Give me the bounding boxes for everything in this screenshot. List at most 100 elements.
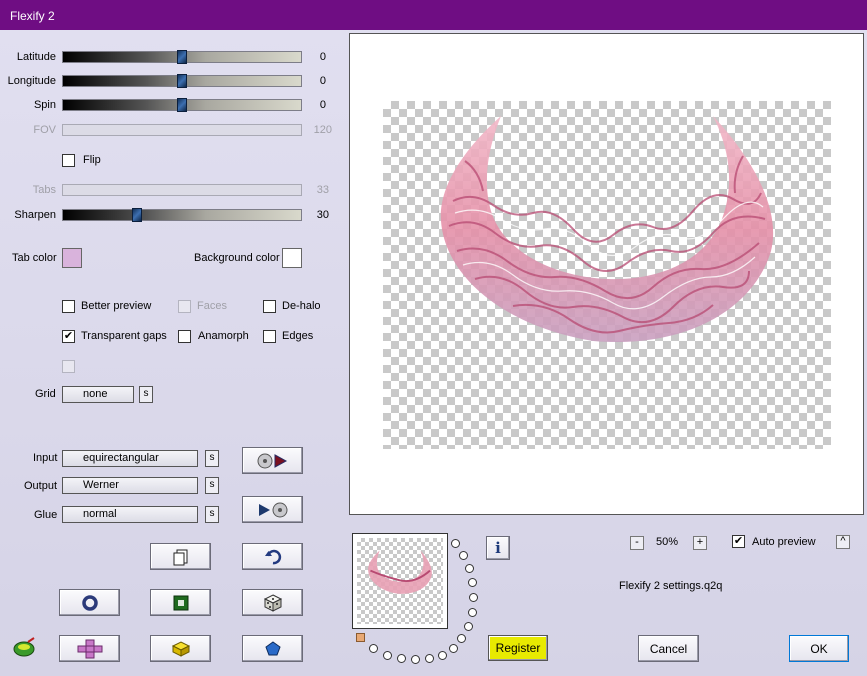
collapse-button[interactable]: ^ [836,535,850,549]
flip-checkbox[interactable] [62,154,75,167]
input-label: Input [33,452,58,464]
yellow-block-button[interactable] [150,635,211,662]
spin-label: Spin [33,99,56,111]
zoom-out-button[interactable]: - [630,536,644,550]
latitude-label: Latitude [16,51,56,63]
navigator-dot[interactable] [459,551,468,560]
ok-button[interactable]: OK [789,635,849,662]
fov-value: 120 [313,124,332,136]
auto-preview-checkbox[interactable]: ✔ [732,535,745,548]
longitude-slider[interactable] [62,74,302,88]
latitude-slider-thumb[interactable] [177,50,187,64]
tab-color-label: Tab color [12,252,57,264]
fov-label: FOV [33,124,56,136]
grid-s-button[interactable]: s [139,386,153,403]
grid-dropdown[interactable]: none [62,386,134,403]
faces-label: Faces [197,300,227,312]
navigator-dot[interactable] [369,644,378,653]
spin-value: 0 [319,99,326,111]
thumbnail-navigator[interactable] [352,533,448,629]
play-to-disc-icon [258,502,287,517]
navigator-dot[interactable] [411,655,420,664]
plus-grid-icon [77,639,102,658]
navigator-dot[interactable] [383,651,392,660]
preview-image [440,116,774,343]
navigator-dot[interactable] [425,654,434,663]
cancel-button[interactable]: Cancel [638,635,699,662]
navigator-dot[interactable] [464,622,473,631]
dice-icon [263,593,282,612]
title-bar: Flexify 2 [0,0,867,30]
background-color-swatch[interactable] [282,248,302,268]
pentagon-button[interactable] [242,635,303,662]
register-button[interactable]: Register [488,635,548,661]
unlabeled-disabled-checkbox [62,360,75,373]
flip-label: Flip [83,154,101,166]
play-from-disc-button[interactable] [242,447,303,474]
background-color-label: Background color [194,252,280,264]
ring-button[interactable] [59,589,120,616]
preview-pane[interactable] [349,33,864,515]
de-halo-checkbox[interactable] [263,300,276,313]
spin-slider-thumb[interactable] [177,98,187,112]
undo-button[interactable] [242,543,303,570]
sharpen-value: 30 [316,209,329,221]
plus-grid-button[interactable] [59,635,120,662]
navigator-dot[interactable] [468,608,477,617]
sharpen-label: Sharpen [14,209,56,221]
navigator-origin-square[interactable] [356,633,365,642]
tab-color-swatch[interactable] [62,248,82,268]
copy-button[interactable] [150,543,211,570]
dialog-body: Latitude 0 Longitude 0 Spin 0 FOV 120 Fl… [0,30,867,676]
fov-slider [62,124,302,136]
play-from-disc-icon [257,453,287,468]
output-s-button[interactable]: s [205,477,219,494]
longitude-slider-thumb[interactable] [177,74,187,88]
square-frame-icon [173,595,188,610]
square-frame-button[interactable] [150,589,211,616]
sharpen-slider-thumb[interactable] [132,208,142,222]
settings-filename: Flexify 2 settings.q2q [619,580,723,592]
navigator-dot[interactable] [449,644,458,653]
register-label: Register [495,641,541,655]
info-button[interactable]: i [486,536,510,560]
edges-checkbox[interactable] [263,330,276,343]
navigator-dot[interactable] [457,634,466,643]
tabs-slider [62,184,302,196]
grid-label: Grid [35,388,56,400]
input-s-button[interactable]: s [205,450,219,467]
auto-preview-label: Auto preview [752,536,816,548]
navigator-dot[interactable] [465,564,474,573]
ring-icon [81,594,98,611]
yellow-block-icon [171,640,190,657]
faces-checkbox [178,300,191,313]
zoom-in-button[interactable]: + [693,536,707,550]
latitude-value: 0 [319,51,326,63]
play-to-disc-button[interactable] [242,496,303,523]
input-projection-dropdown[interactable]: equirectangular [62,450,198,467]
dice-button[interactable] [242,589,303,616]
thumbnail-image [368,550,432,594]
flexify-logo-icon [13,637,35,657]
transparent-gaps-label: Transparent gaps [81,330,167,342]
transparent-gaps-checkbox[interactable]: ✔ [62,330,75,343]
copy-icon [173,549,187,565]
ok-label: OK [810,641,828,656]
navigator-dot[interactable] [468,578,477,587]
navigator-dot[interactable] [438,651,447,660]
window-title: Flexify 2 [10,9,55,23]
navigator-dot[interactable] [451,539,460,548]
glue-dropdown[interactable]: normal [62,506,198,523]
anamorph-label: Anamorph [198,330,249,342]
tabs-value: 33 [316,184,329,196]
latitude-slider[interactable] [62,50,302,64]
better-preview-checkbox[interactable] [62,300,75,313]
cancel-label: Cancel [649,641,688,656]
anamorph-checkbox[interactable] [178,330,191,343]
spin-slider[interactable] [62,98,302,112]
navigator-dot[interactable] [397,654,406,663]
glue-s-button[interactable]: s [205,506,219,523]
sharpen-slider[interactable] [62,208,302,222]
output-projection-dropdown[interactable]: Werner [62,477,198,494]
navigator-dot[interactable] [469,593,478,602]
